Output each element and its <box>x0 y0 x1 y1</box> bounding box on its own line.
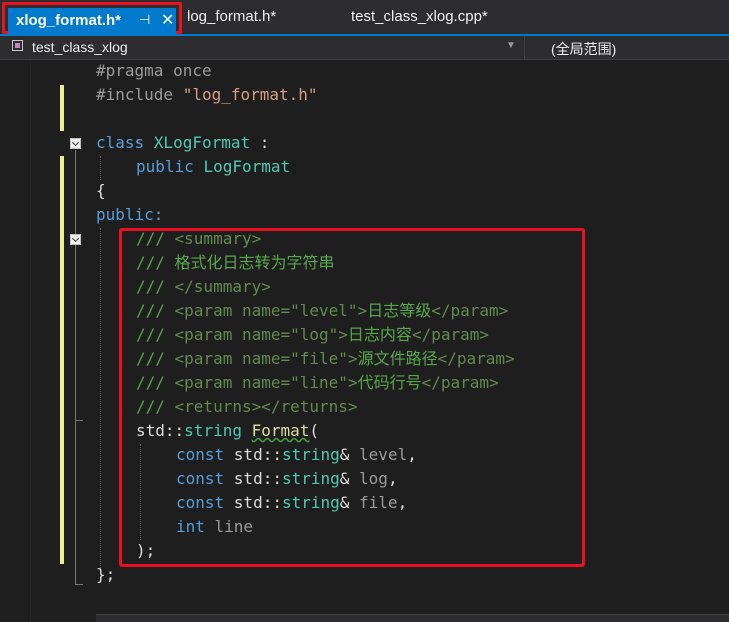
indent-guide <box>100 228 101 568</box>
change-indicator <box>60 156 64 564</box>
access-specifier: public: <box>96 205 164 224</box>
divider <box>524 36 525 59</box>
class-icon <box>12 40 23 51</box>
punctuation: }; <box>96 565 116 584</box>
code-line: #pragma once <box>96 59 212 83</box>
indent-guide <box>100 156 101 180</box>
string-literal: "log_format.h" <box>182 85 318 104</box>
highlight-box <box>119 228 585 567</box>
code-line: class XLogFormat : <box>96 131 269 155</box>
code-line: #include "log_format.h" <box>96 83 318 107</box>
tab-xlog-format-h[interactable]: xlog_format.h* ⊣ ✕ <box>2 2 182 34</box>
preprocessor: #include <box>96 85 183 104</box>
navigation-bar: test_class_xlog ▼ (全局范围) <box>0 36 729 60</box>
punctuation: : <box>250 133 270 152</box>
close-icon[interactable]: ✕ <box>161 10 174 30</box>
tab-label: xlog_format.h* <box>16 12 122 29</box>
collapse-icon[interactable] <box>70 138 81 149</box>
tab-test-class-xlog-cpp[interactable]: test_class_xlog.cpp* <box>351 8 488 25</box>
collapse-icon[interactable] <box>70 234 81 245</box>
code-line: public: <box>96 203 163 227</box>
change-indicator <box>60 85 64 131</box>
code-line: }; <box>96 563 115 587</box>
keyword: public <box>136 157 204 176</box>
class-name: LogFormat <box>203 157 291 176</box>
class-scope-dropdown[interactable]: test_class_xlog <box>32 39 128 55</box>
pin-icon[interactable]: ⊣ <box>139 12 150 28</box>
active-tab-background: xlog_format.h* ⊣ ✕ <box>8 8 176 34</box>
punctuation: { <box>96 181 106 200</box>
global-scope-dropdown[interactable]: (全局范围) <box>551 39 616 59</box>
code-line: { <box>96 179 106 203</box>
keyword: class <box>96 133 154 152</box>
preprocessor: #pragma once <box>96 61 212 80</box>
fold-line-end <box>75 584 83 585</box>
fold-line-end <box>75 420 83 421</box>
editor-margin <box>30 60 31 621</box>
chevron-down-icon[interactable]: ▼ <box>506 40 516 51</box>
fold-line <box>75 150 76 584</box>
class-name: XLogFormat <box>153 133 251 152</box>
tab-log-format-h[interactable]: log_format.h* <box>187 8 276 25</box>
tab-bar: xlog_format.h* ⊣ ✕ log_format.h* test_cl… <box>0 0 729 36</box>
code-line: public LogFormat <box>136 155 290 179</box>
